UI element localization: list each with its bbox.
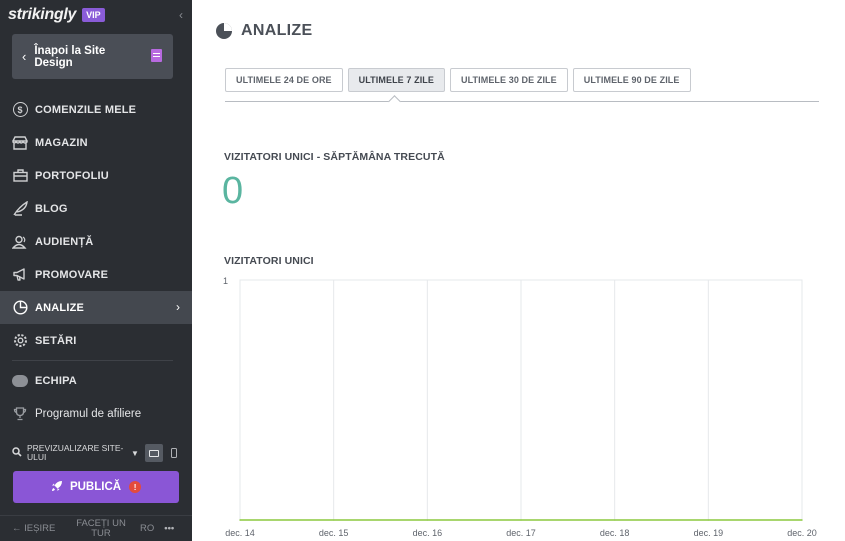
- tab-last-7-days[interactable]: ULTIMELE 7 ZILE: [347, 68, 445, 92]
- tab-last-24-hours[interactable]: ULTIMELE 24 DE ORE: [225, 68, 343, 92]
- store-icon: [12, 135, 28, 151]
- sidebar-item-blog[interactable]: BLOG: [0, 192, 192, 225]
- back-to-site-design-button[interactable]: ‹ Înapoi la Site Design: [12, 34, 173, 79]
- sidebar-item-analytics[interactable]: ANALIZE ›: [0, 291, 192, 324]
- caret-down-icon[interactable]: ▼: [131, 449, 139, 458]
- sidebar-item-label: PROMOVARE: [35, 268, 109, 281]
- warning-icon: !: [129, 481, 142, 493]
- language-selector[interactable]: RO: [140, 523, 154, 534]
- sidebar-item-store[interactable]: MAGAZIN: [0, 126, 192, 159]
- tab-last-30-days[interactable]: ULTIMELE 30 DE ZILE: [450, 68, 568, 92]
- vip-badge: VIP: [82, 8, 105, 22]
- team-icon: [12, 373, 28, 389]
- sidebar-item-promotion[interactable]: PROMOVARE: [0, 258, 192, 291]
- sidebar-item-label: PORTOFOLIU: [35, 169, 109, 182]
- sidebar-item-settings[interactable]: SETĂRI: [0, 324, 192, 357]
- publish-label: PUBLICĂ: [69, 481, 122, 493]
- preview-site-row[interactable]: PREVIZUALIZARE SITE-ULUI ▼: [12, 442, 182, 464]
- sidebar-item-label: ECHIPA: [35, 374, 77, 387]
- sidebar-nav: $ COMENZILE MELE MAGAZIN PORTOFOLIU BLOG: [0, 93, 192, 430]
- time-range-tabs: ULTIMELE 24 DE ORE ULTIMELE 7 ZILE ULTIM…: [225, 68, 819, 102]
- more-options-icon[interactable]: •••: [164, 523, 174, 534]
- sidebar-item-label: Programul de afiliere: [35, 407, 142, 420]
- logo-row: strikingly VIP: [8, 5, 105, 25]
- preview-site-label: PREVIZUALIZARE SITE-ULUI: [27, 443, 124, 462]
- data-point: [613, 519, 616, 521]
- back-button-label: Înapoi la Site Design: [34, 44, 106, 69]
- y-tick-label: 1: [223, 276, 228, 286]
- sidebar-item-label: AUDIENȚĂ: [35, 235, 94, 248]
- tab-last-90-days[interactable]: ULTIMELE 90 DE ZILE: [572, 68, 691, 92]
- data-point: [801, 519, 803, 521]
- unique-visitors-week-value: 0: [222, 170, 244, 212]
- sidebar-item-team[interactable]: ECHIPA: [0, 364, 192, 397]
- gear-icon: [12, 333, 28, 349]
- sidebar-item-label: ANALIZE: [35, 301, 85, 314]
- monitor-icon: [148, 449, 159, 457]
- data-point: [426, 519, 429, 521]
- pie-chart-icon: [216, 23, 232, 39]
- trophy-icon: [12, 406, 28, 422]
- document-icon: [151, 49, 162, 62]
- data-point: [239, 519, 241, 521]
- desktop-preview-button[interactable]: [144, 444, 163, 462]
- exit-button[interactable]: ← IEȘIRE: [12, 523, 62, 534]
- sidebar: strikingly VIP ‹ ‹ Înapoi la Site Design…: [0, 0, 192, 541]
- x-tick-label: dec. 14: [225, 528, 255, 538]
- page-title-text: ANALIZE: [241, 22, 313, 39]
- quill-icon: [12, 201, 28, 217]
- briefcase-icon: [12, 168, 28, 184]
- search-icon: [12, 446, 22, 460]
- sidebar-divider: [12, 360, 173, 361]
- pie-chart-icon: [12, 300, 28, 316]
- unique-visitors-chart-title: VIZITATORI UNICI: [224, 255, 314, 267]
- x-tick-label: dec. 17: [506, 528, 536, 538]
- sidebar-item-label: BLOG: [35, 202, 68, 215]
- sidebar-item-orders[interactable]: $ COMENZILE MELE: [0, 93, 192, 126]
- sidebar-item-label: MAGAZIN: [35, 136, 88, 149]
- x-tick-label: dec. 18: [600, 528, 630, 538]
- sidebar-item-label: COMENZILE MELE: [35, 103, 137, 116]
- chevron-right-icon: ›: [176, 300, 180, 314]
- x-tick-label: dec. 19: [694, 528, 724, 538]
- publish-button[interactable]: PUBLICĂ !: [13, 471, 179, 503]
- collapse-sidebar-icon[interactable]: ‹: [179, 8, 183, 22]
- sidebar-item-portfolio[interactable]: PORTOFOLIU: [0, 159, 192, 192]
- sidebar-item-label: SETĂRI: [35, 334, 77, 347]
- sidebar-item-audience[interactable]: AUDIENȚĂ: [0, 225, 192, 258]
- rocket-icon: [51, 480, 63, 495]
- take-tour-button[interactable]: FACEȚI UN TUR: [70, 518, 132, 539]
- dollar-icon: $: [12, 102, 28, 118]
- audience-icon: [12, 234, 28, 250]
- unique-visitors-chart: 1 dec. 14 dec. 15 dec. 16 dec. 17 dec. 18 dec.…: [223, 276, 817, 538]
- x-tick-label: dec. 16: [413, 528, 443, 538]
- data-point: [707, 519, 710, 521]
- megaphone-icon: [12, 267, 28, 283]
- unique-visitors-week-label: VIZITATORI UNICI - SĂPTĂMÂNA TRECUTĂ: [224, 151, 445, 163]
- data-point: [332, 519, 335, 521]
- analytics-panel: ANALIZE ULTIMELE 24 DE ORE ULTIMELE 7 ZI…: [192, 0, 845, 541]
- strikingly-logo[interactable]: strikingly: [8, 6, 76, 24]
- page-title: ANALIZE: [216, 22, 312, 40]
- x-tick-label: dec. 20: [787, 528, 817, 538]
- x-tick-label: dec. 15: [319, 528, 349, 538]
- data-point: [520, 519, 522, 521]
- sidebar-item-affiliate[interactable]: Programul de afiliere: [0, 397, 192, 430]
- sidebar-footer: ← IEȘIRE FACEȚI UN TUR RO •••: [0, 515, 192, 541]
- chevron-left-icon: ‹: [22, 49, 27, 64]
- mobile-preview-button[interactable]: [167, 444, 181, 462]
- phone-icon: [170, 448, 177, 458]
